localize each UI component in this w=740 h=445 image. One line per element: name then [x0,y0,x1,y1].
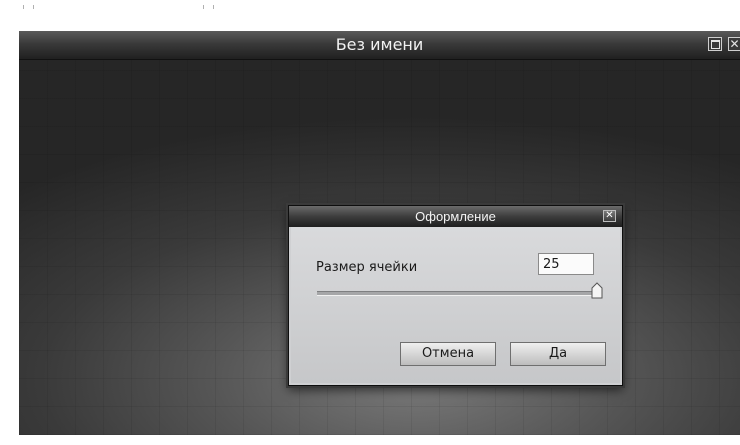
cell-size-label: Размер ячейки [316,260,418,275]
app-titlebar[interactable]: Без имени ✕ [19,31,740,60]
cell-size-input[interactable] [538,253,594,275]
tick-mark [203,5,204,9]
tick-mark [33,5,34,9]
top-strip [0,0,740,18]
dialog-title: Оформление [415,209,496,224]
dialog-body: Размер ячейки Отмена Да [291,227,620,383]
ok-button[interactable]: Да [510,342,606,366]
cell-size-slider-track[interactable] [317,291,597,296]
appearance-dialog: Оформление ✕ Размер ячейки Отмена Да [288,205,623,386]
slider-thumb-icon[interactable] [591,282,603,299]
close-icon[interactable]: ✕ [728,37,740,51]
maximize-icon[interactable] [708,37,722,51]
dialog-close-icon[interactable]: ✕ [603,210,616,222]
dialog-titlebar[interactable]: Оформление ✕ [289,206,622,227]
app-title: Без имени [335,35,424,54]
tick-mark [213,5,214,9]
tick-mark [23,5,24,9]
cancel-button[interactable]: Отмена [400,342,496,366]
